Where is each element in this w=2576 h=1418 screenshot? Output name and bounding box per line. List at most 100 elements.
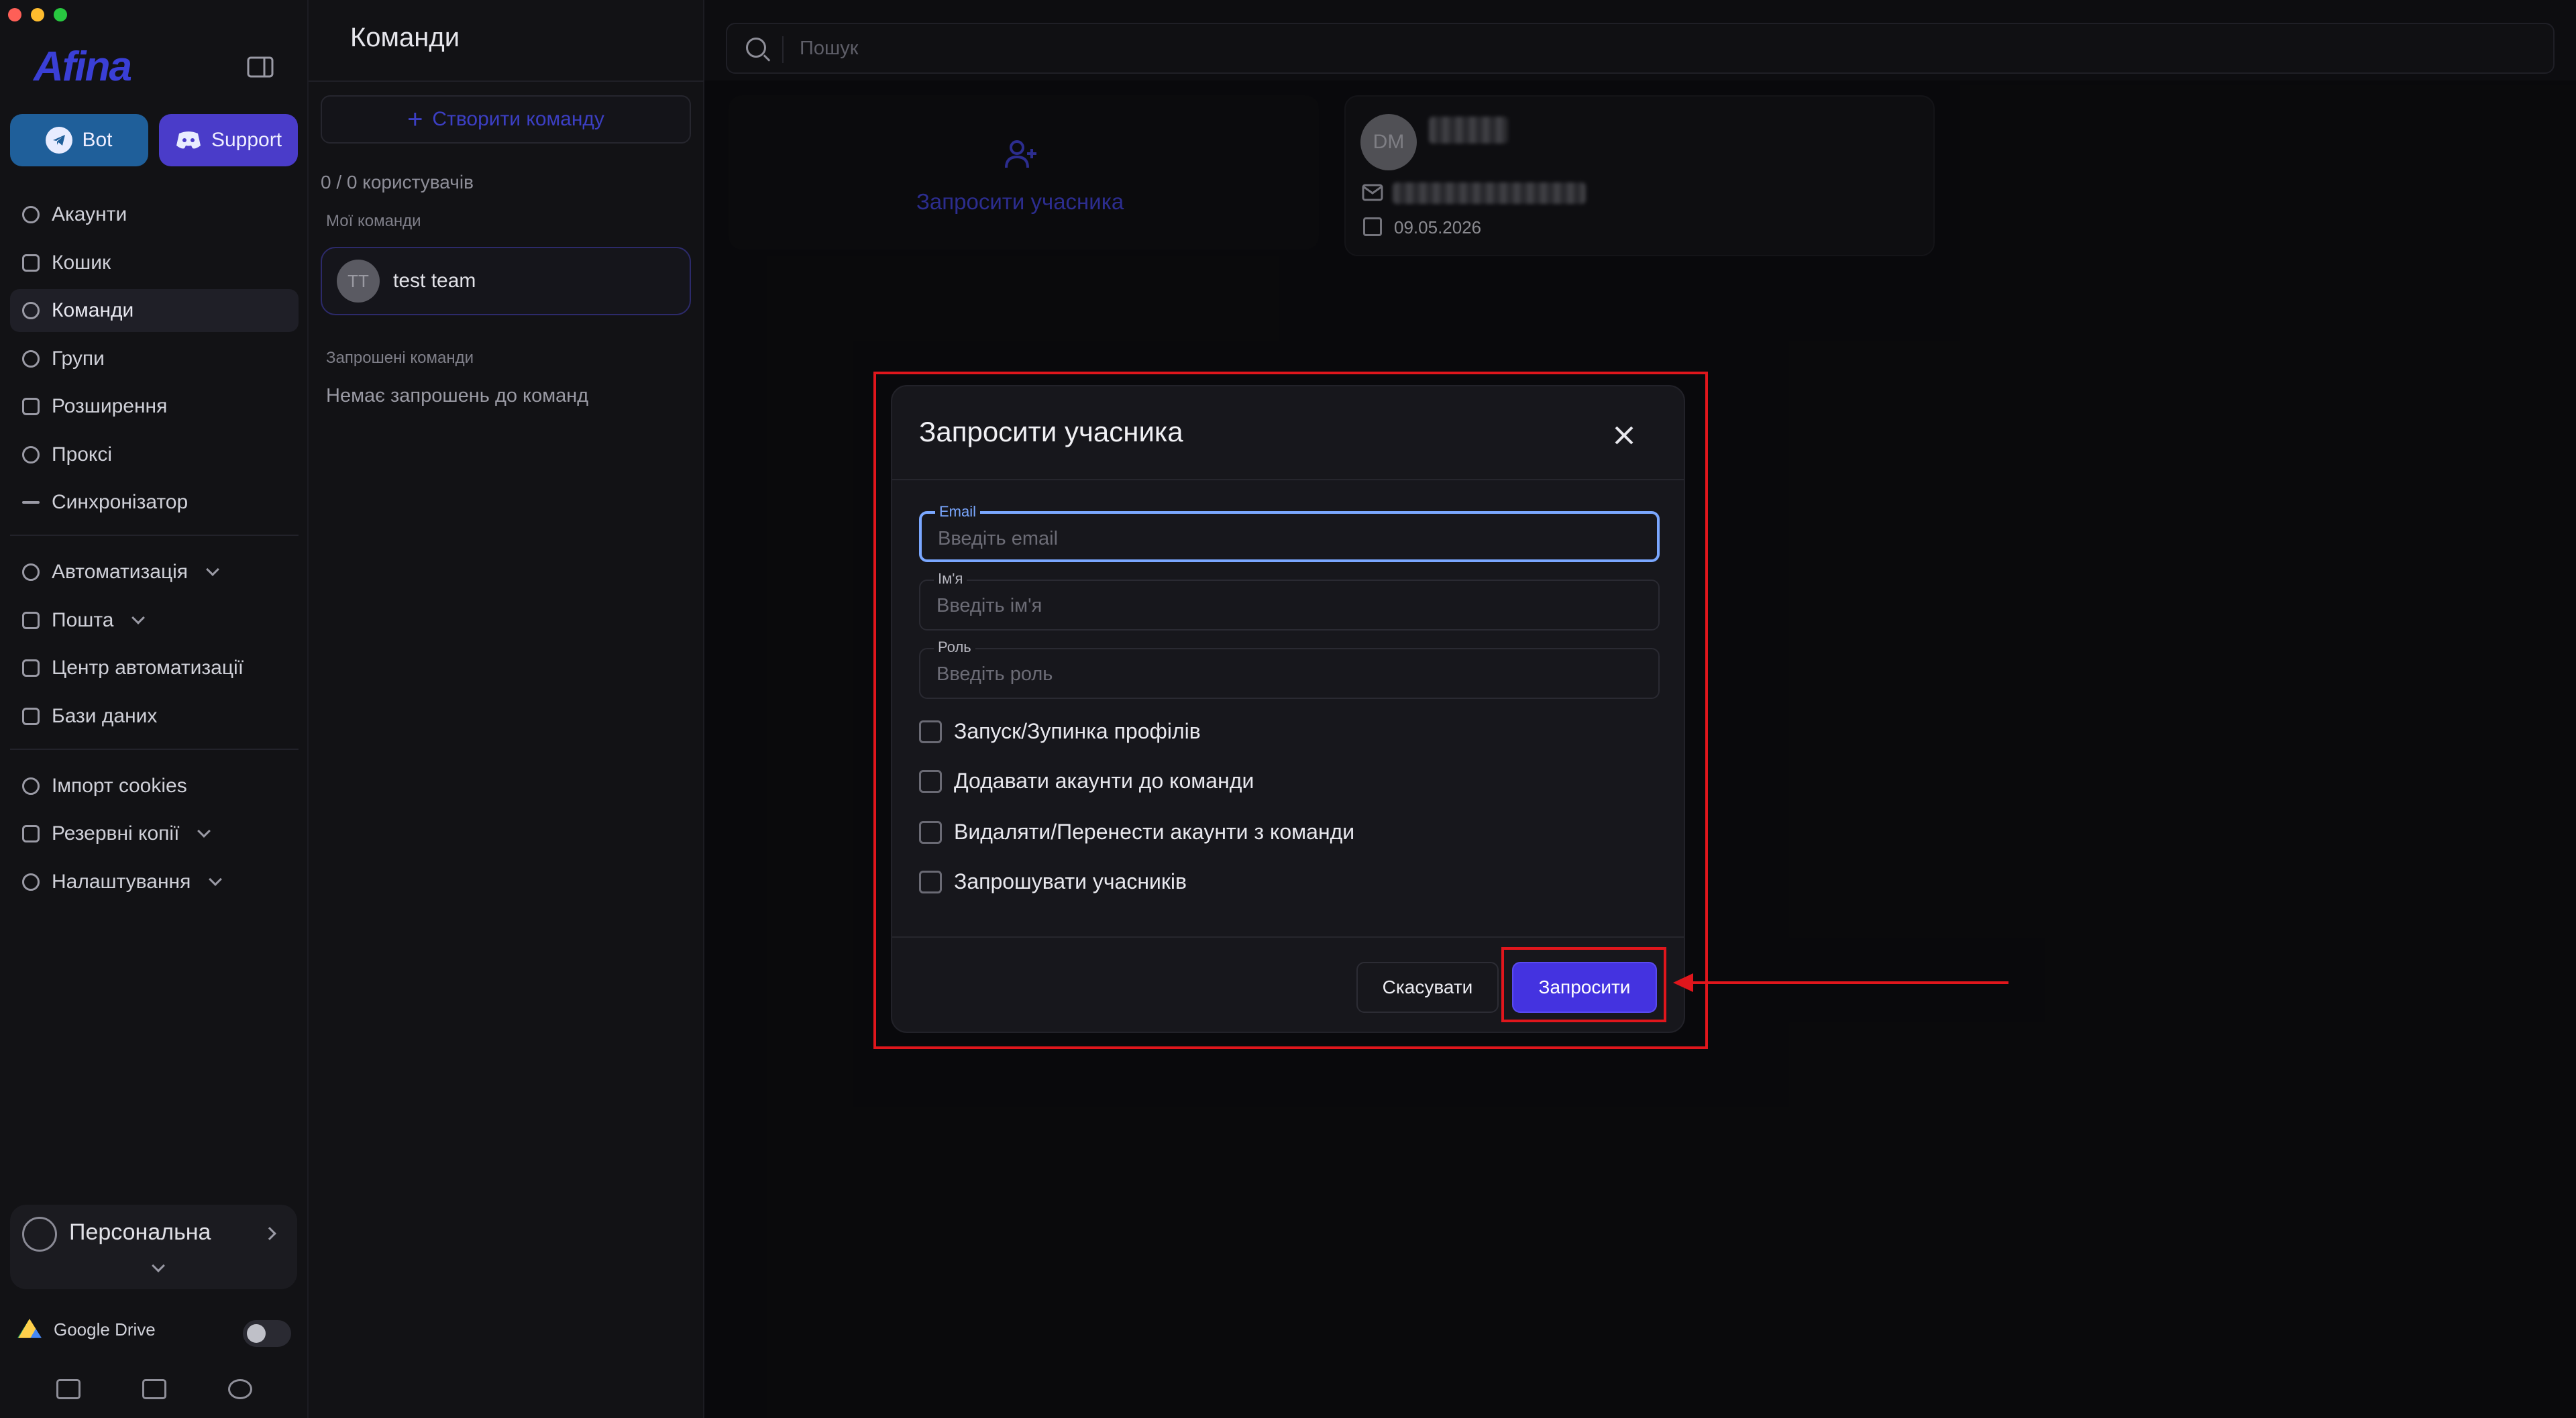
sidebar-item-label: Групи [52, 347, 105, 370]
folder-download-icon[interactable] [142, 1379, 166, 1399]
close-icon[interactable] [1613, 424, 1635, 447]
team-avatar: TT [337, 260, 380, 303]
sidebar-item-teams[interactable]: Команди [10, 289, 299, 332]
search-bar[interactable]: Пошук [726, 23, 2555, 74]
checkbox[interactable] [919, 720, 942, 743]
annotation-arrow-line [1690, 981, 2008, 984]
cookie-icon [22, 777, 40, 795]
sidebar-nav: Акаунти Кошик Команди Групи Розширення П… [10, 193, 299, 908]
role-label: Роль [934, 639, 975, 656]
header-divider [309, 80, 704, 82]
sidebar-item-automation-center[interactable]: Центр автоматизації [10, 647, 299, 690]
sidebar-item-import-cookies[interactable]: Імпорт cookies [10, 765, 299, 808]
page-title: Команди [350, 23, 460, 52]
teams-panel: Команди + Створити команду 0 / 0 користу… [309, 0, 704, 1418]
sidebar-item-synchronizer[interactable]: Синхронізатор [10, 481, 299, 524]
sidebar-item-label: Розширення [52, 395, 168, 417]
permission-label: Видаляти/Перенести акаунти з команди [954, 820, 1355, 844]
role-field[interactable]: Роль [919, 639, 1660, 699]
permission-remove-accounts[interactable]: Видаляти/Перенести акаунти з команди [919, 820, 1354, 844]
sidebar-item-automation[interactable]: Автоматизація [10, 551, 299, 594]
google-drive-label: Google Drive [54, 1319, 156, 1340]
sidebar-item-label: Проксі [52, 443, 113, 466]
plus-icon: + [407, 105, 423, 134]
sidebar-item-mail[interactable]: Пошта [10, 599, 299, 642]
sidebar-item-extensions[interactable]: Розширення [10, 385, 299, 428]
dialog-footer-divider [892, 936, 1684, 938]
search-placeholder: Пошук [800, 38, 859, 59]
highlight-submit-frame [1501, 947, 1666, 1022]
search-divider [782, 36, 784, 63]
sync-arrows-icon [22, 501, 40, 504]
team-list-item[interactable]: TT test team [321, 247, 691, 315]
folder-upload-icon[interactable] [56, 1379, 80, 1399]
permission-label: Додавати акаунти до команди [954, 769, 1254, 793]
sidebar-item-label: Акаунти [52, 203, 127, 225]
email-label: Email [935, 503, 981, 521]
email-input[interactable] [938, 526, 1635, 551]
sidebar-item-label: Резервні копії [52, 822, 180, 844]
telegram-bot-button[interactable]: Bot [10, 114, 148, 166]
workspace-selector[interactable]: Персональна [10, 1205, 297, 1289]
workspace-label: Персональна [69, 1219, 211, 1245]
users-icon [22, 302, 40, 319]
cancel-button[interactable]: Скасувати [1356, 962, 1499, 1013]
sidebar-item-databases[interactable]: Бази даних [10, 695, 299, 738]
search-icon [746, 38, 766, 58]
checkbox[interactable] [919, 870, 942, 893]
sidebar-item-label: Центр автоматизації [52, 657, 244, 679]
sidebar-divider [10, 535, 299, 536]
window-controls [8, 8, 67, 21]
sidebar-toggle-icon[interactable] [247, 56, 274, 78]
checkbox[interactable] [919, 820, 942, 844]
user-count: 0 / 0 користувачів [321, 172, 474, 193]
trash-icon [22, 254, 40, 272]
create-team-button[interactable]: + Створити команду [321, 95, 691, 144]
sidebar-item-accounts[interactable]: Акаунти [10, 193, 299, 236]
sidebar-item-trash[interactable]: Кошик [10, 241, 299, 284]
bot-button-label: Bot [82, 129, 113, 151]
sidebar-item-label: Синхронізатор [52, 491, 189, 513]
dialog-title: Запросити учасника [919, 416, 1183, 447]
permission-add-accounts[interactable]: Додавати акаунти до команди [919, 769, 1254, 794]
discord-support-button[interactable]: Support [159, 114, 298, 166]
cloud-icon [22, 445, 40, 463]
sidebar-item-label: Команди [52, 299, 134, 321]
chevron-down-icon[interactable] [152, 1259, 165, 1272]
close-window-button[interactable] [8, 8, 21, 21]
invite-member-dialog: Запросити учасника Email Ім'я Роль Запус… [891, 385, 1685, 1033]
sidebar-item-groups[interactable]: Групи [10, 337, 299, 380]
sidebar-item-label: Імпорт cookies [52, 774, 187, 797]
sidebar-item-label: Автоматизація [52, 561, 189, 583]
google-drive-icon [17, 1319, 42, 1338]
google-drive-toggle[interactable] [243, 1320, 291, 1347]
chevron-down-icon [197, 824, 211, 838]
permission-label: Запрошувати учасників [954, 869, 1187, 893]
laptop-icon [22, 659, 40, 677]
permission-invite-members[interactable]: Запрошувати учасників [919, 869, 1187, 894]
user-circle-icon [22, 206, 40, 223]
sidebar-item-settings[interactable]: Налаштування [10, 861, 299, 904]
minimize-window-button[interactable] [31, 8, 44, 21]
mail-icon [22, 611, 40, 629]
sidebar-item-proxy[interactable]: Проксі [10, 433, 299, 476]
chevron-right-icon[interactable] [263, 1227, 276, 1240]
dialog-divider [892, 479, 1684, 480]
support-button-label: Support [211, 129, 282, 151]
my-teams-heading: Мої команди [326, 212, 421, 230]
maximize-window-button[interactable] [54, 8, 67, 21]
permission-start-stop-profiles[interactable]: Запуск/Зупинка профілів [919, 719, 1201, 744]
sidebar-item-backups[interactable]: Резервні копії [10, 812, 299, 855]
checkbox[interactable] [919, 769, 942, 793]
email-field[interactable]: Email [919, 503, 1660, 562]
eye-off-icon[interactable] [228, 1379, 252, 1399]
name-input[interactable] [936, 593, 1634, 618]
team-name: test team [393, 270, 476, 292]
chevron-down-icon [131, 610, 146, 624]
name-field[interactable]: Ім'я [919, 570, 1660, 631]
role-input[interactable] [936, 661, 1634, 687]
no-invites-message: Немає запрошень до команд [326, 385, 589, 406]
sidebar-item-label: Налаштування [52, 870, 191, 893]
sidebar-divider [10, 748, 299, 750]
telegram-icon [46, 127, 73, 154]
